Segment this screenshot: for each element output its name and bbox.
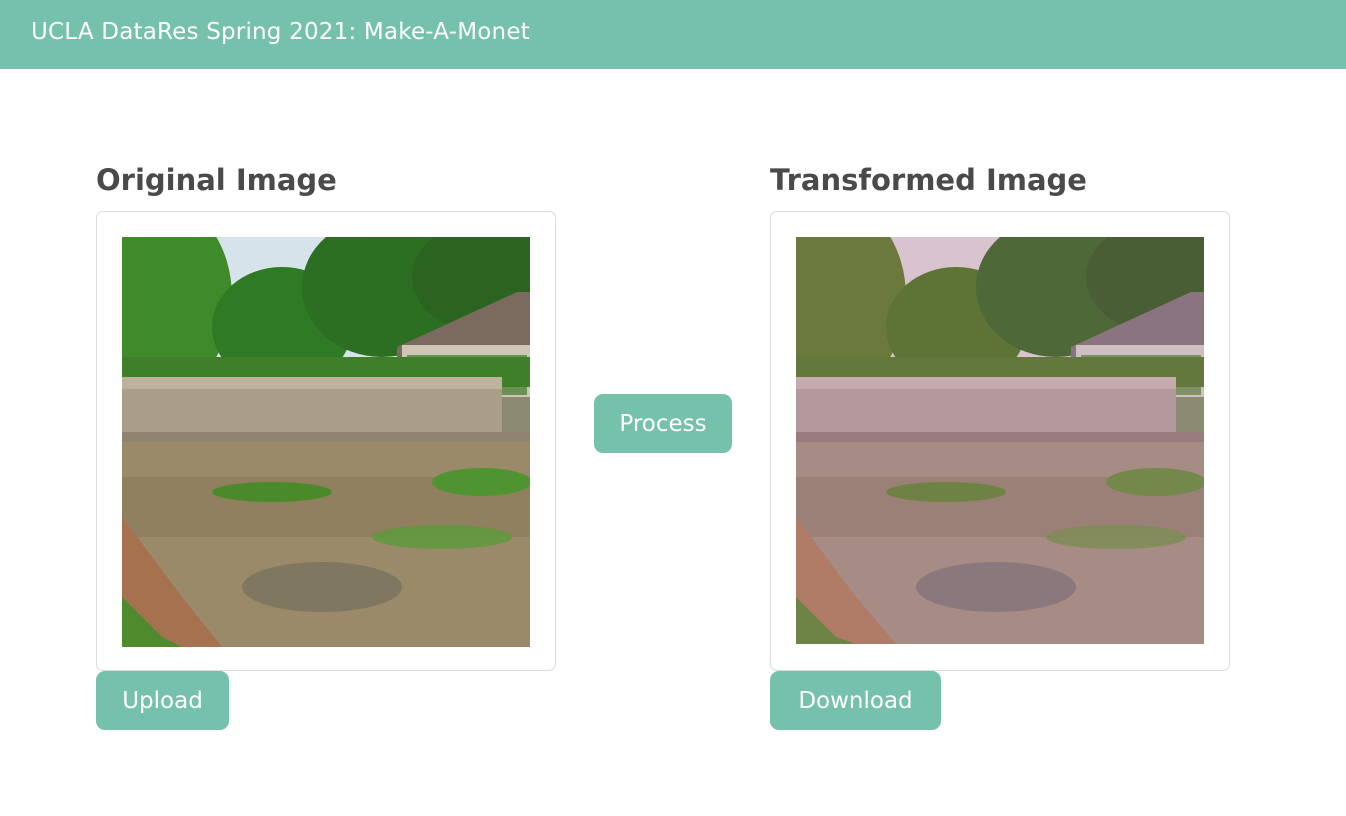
top-navbar: UCLA DataRes Spring 2021: Make-A-Monet	[0, 0, 1346, 69]
app-title[interactable]: UCLA DataRes Spring 2021: Make-A-Monet	[31, 19, 530, 45]
download-button[interactable]: Download	[770, 671, 941, 730]
original-image	[122, 237, 530, 647]
transformed-image-card	[770, 211, 1230, 671]
transformed-image	[796, 237, 1204, 644]
transformed-image-heading: Transformed Image	[770, 163, 1087, 197]
upload-button[interactable]: Upload	[96, 671, 229, 730]
original-image-card	[96, 211, 556, 671]
process-button[interactable]: Process	[594, 394, 732, 453]
original-image-heading: Original Image	[96, 163, 337, 197]
